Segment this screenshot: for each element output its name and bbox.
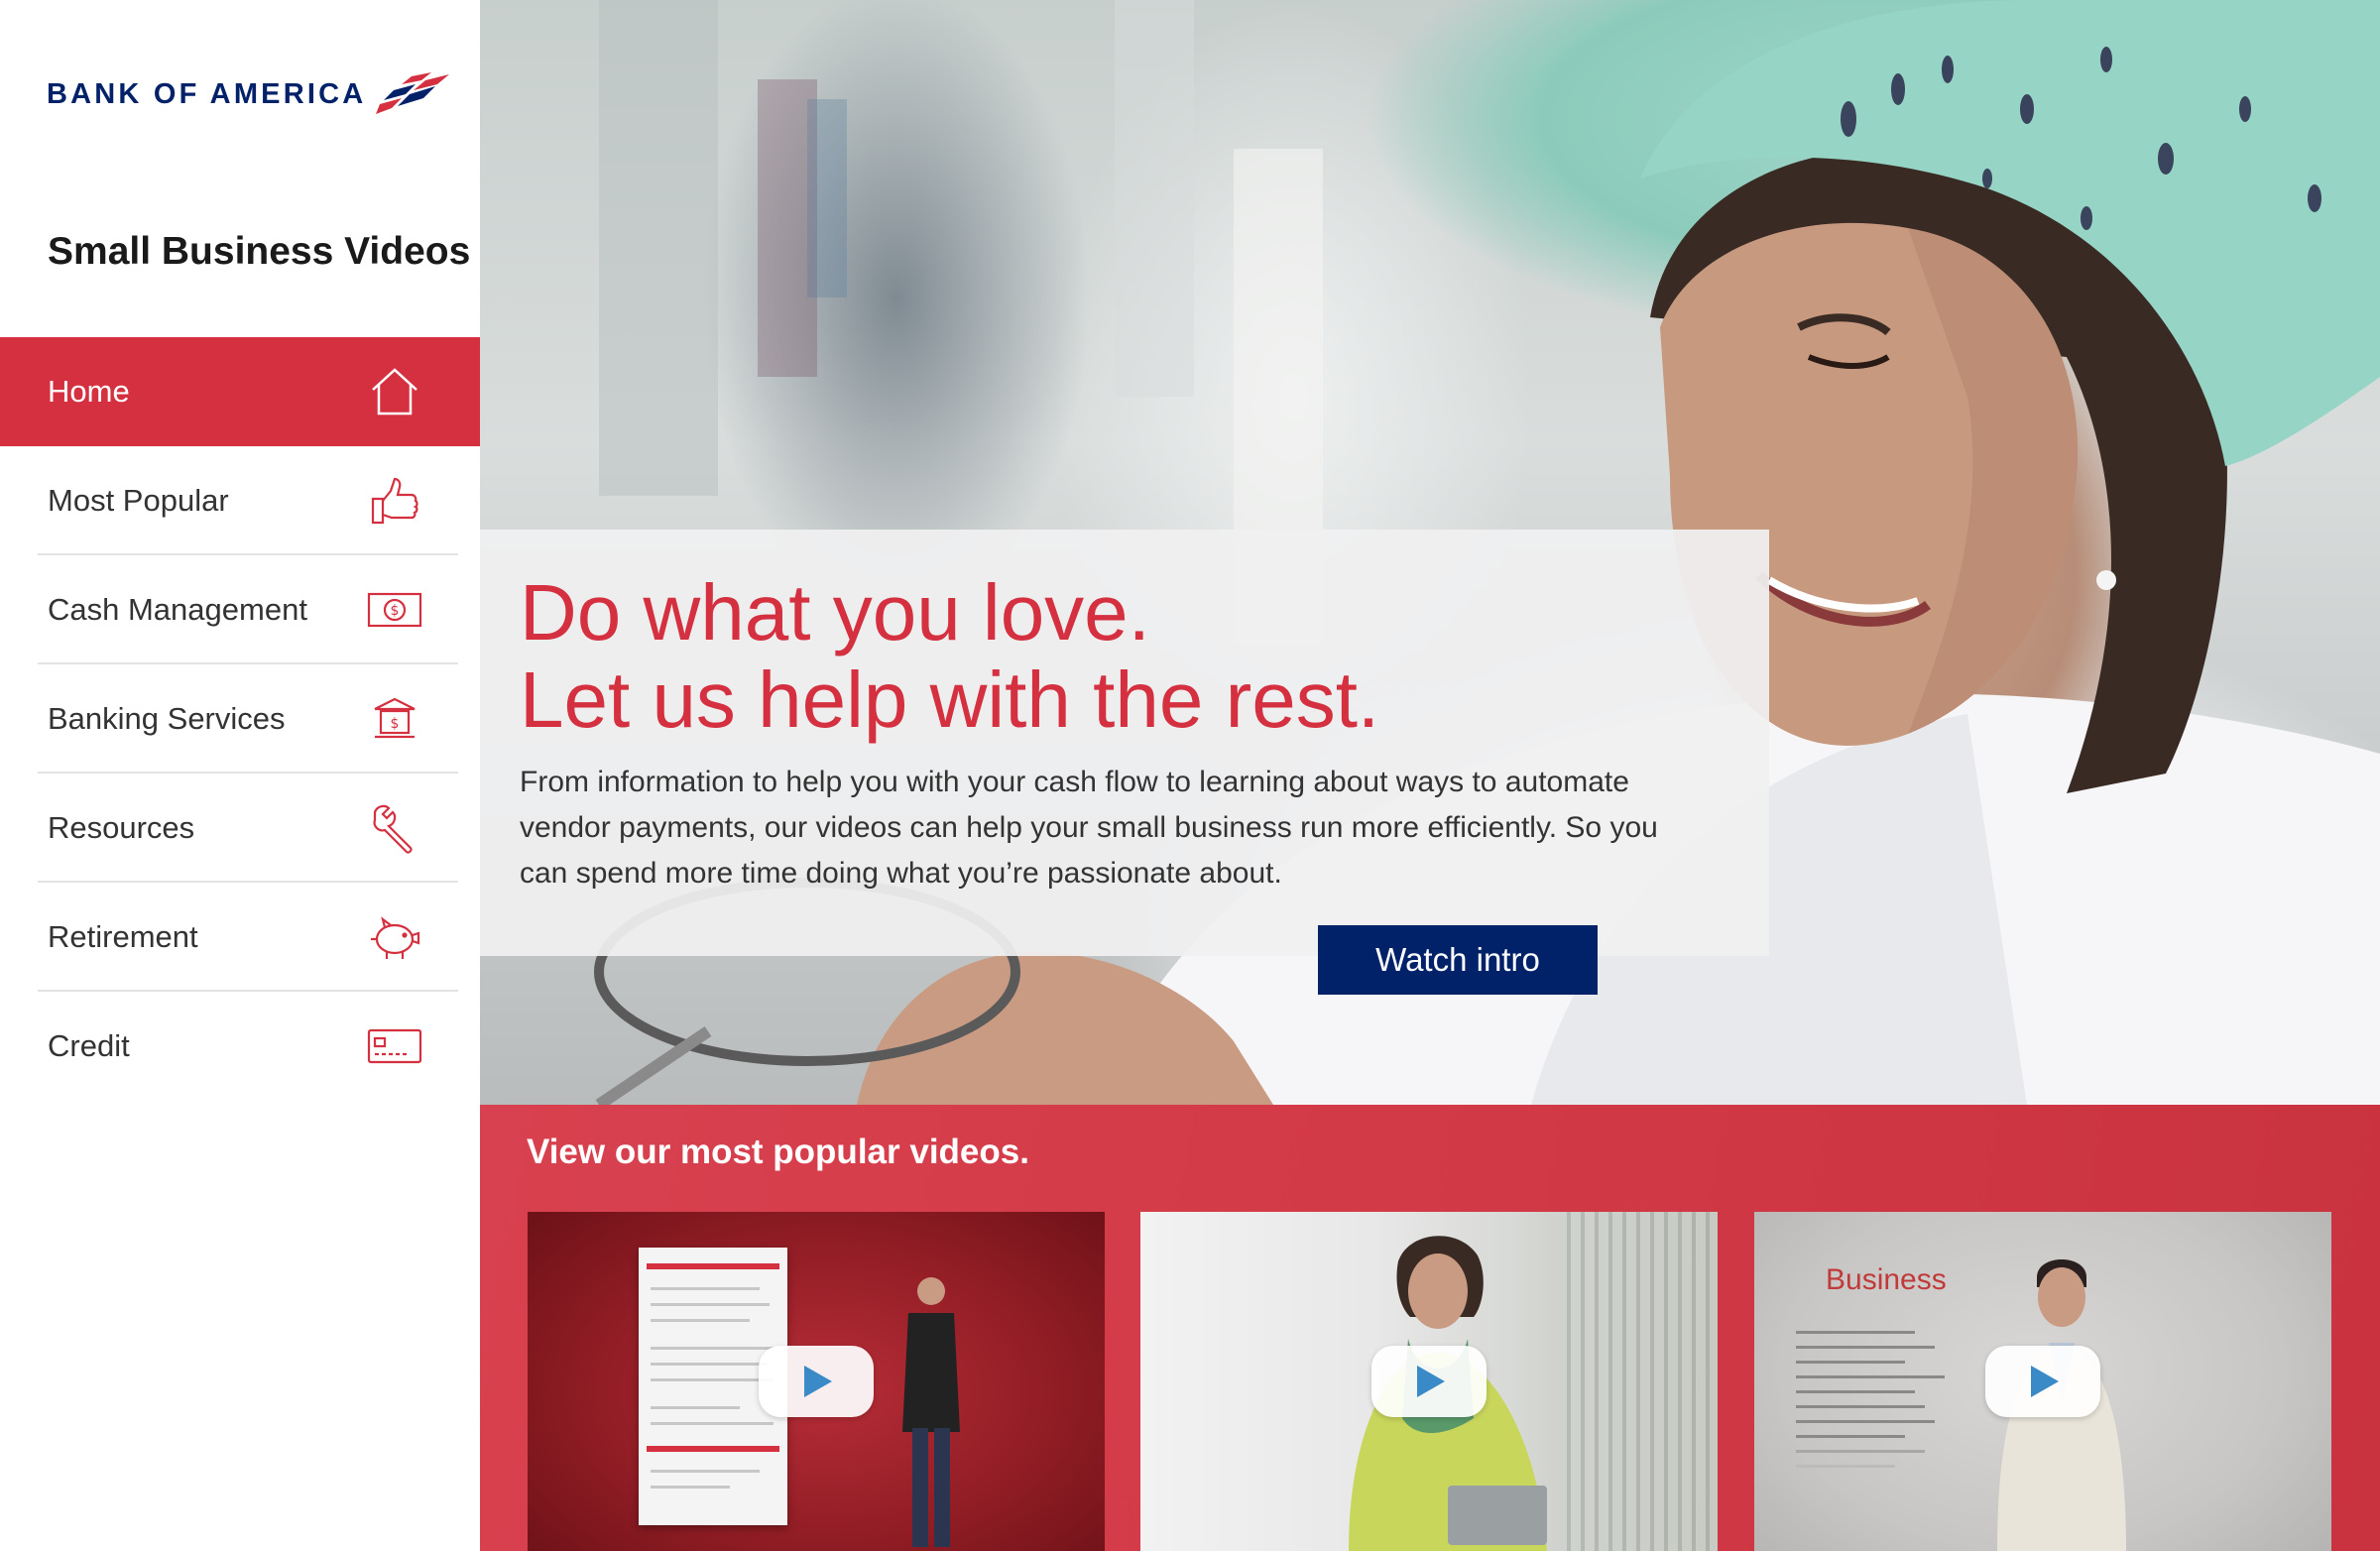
sidebar-item-resources[interactable]: Resources: [0, 774, 480, 883]
doc-line: [651, 1378, 774, 1381]
sidebar-item-cash-management[interactable]: Cash Management $: [0, 555, 480, 664]
flag-logo-icon: [376, 72, 450, 114]
video-overlay-title: Business: [1826, 1263, 1947, 1296]
svg-text:$: $: [391, 716, 400, 732]
sidebar-item-label: Banking Services: [48, 701, 286, 736]
play-button[interactable]: [759, 1346, 874, 1417]
sidebar-item-label: Home: [48, 374, 130, 409]
sidebar-item-label: Retirement: [48, 919, 198, 954]
piggy-bank-icon: [371, 916, 420, 959]
doc-line: [651, 1347, 774, 1350]
logo-wordmark: BANK OF AMERICA: [47, 77, 367, 110]
sidebar-item-home[interactable]: Home: [0, 337, 480, 446]
sidebar-item-retirement[interactable]: Retirement: [0, 883, 480, 992]
page: BANK OF AMERICA Small Business Videos Ho…: [0, 0, 2380, 1551]
popular-videos-title: View our most popular videos.: [527, 1133, 1029, 1171]
doc-line: [651, 1406, 740, 1409]
doc-line: [651, 1486, 730, 1489]
video-thumbnail-2[interactable]: [1140, 1212, 1718, 1551]
bank-icon: $: [374, 697, 416, 739]
cash-register-image: [1448, 1486, 1547, 1545]
doc-line: [651, 1422, 774, 1425]
credit-card-icon: [367, 1028, 422, 1064]
doc-header-bar: [647, 1263, 779, 1269]
sidebar-item-label: Credit: [48, 1028, 130, 1063]
doc-line: [651, 1303, 770, 1306]
presenter-figure: [902, 1277, 960, 1547]
hero-description: From information to help you with your c…: [520, 766, 1658, 890]
wrench-icon: [373, 804, 413, 854]
home-icon: [372, 368, 417, 416]
sidebar-item-label: Resources: [48, 810, 195, 845]
sidebar-item-most-popular[interactable]: Most Popular: [0, 446, 480, 555]
sidebar-item-banking-services[interactable]: Banking Services $: [0, 664, 480, 774]
cash-icon: $: [367, 592, 422, 628]
play-icon: [1417, 1366, 1445, 1397]
hero-headline-line2: Let us help with the rest.: [520, 656, 1380, 744]
play-icon: [2031, 1366, 2059, 1397]
sidebar-item-credit[interactable]: Credit: [0, 992, 480, 1101]
sidebar-item-label: Most Popular: [48, 483, 229, 518]
sidebar: BANK OF AMERICA Small Business Videos Ho…: [0, 0, 480, 1551]
bank-of-america-logo[interactable]: BANK OF AMERICA: [47, 69, 450, 119]
doc-line: [651, 1287, 760, 1290]
doc-footer-bar: [647, 1446, 779, 1452]
video-thumbnail-3[interactable]: Business: [1754, 1212, 2331, 1551]
hero-banner: Do what you love. Let us help with the r…: [480, 0, 2380, 1105]
doc-line: [651, 1319, 750, 1322]
play-icon: [804, 1366, 832, 1397]
popular-videos-section: View our most popular videos. Business: [480, 1105, 2380, 1551]
doc-line: [651, 1470, 760, 1473]
play-button[interactable]: [1985, 1346, 2100, 1417]
play-button[interactable]: [1371, 1346, 1487, 1417]
doc-line: [651, 1363, 768, 1366]
watch-intro-button[interactable]: Watch intro: [1318, 925, 1598, 995]
video-thumbnail-1[interactable]: [528, 1212, 1105, 1551]
hero-headline: Do what you love. Let us help with the r…: [520, 569, 1379, 744]
sidebar-nav: Home Most Popular Cash Management $ Bank…: [0, 337, 480, 1101]
expense-list-image: [1796, 1321, 1955, 1468]
thumbs-up-icon: [371, 477, 418, 525]
hero-card: Do what you love. Let us help with the r…: [480, 530, 1769, 956]
section-title: Small Business Videos: [48, 230, 471, 273]
svg-text:$: $: [391, 603, 400, 619]
hero-headline-line1: Do what you love.: [520, 568, 1150, 656]
sidebar-item-label: Cash Management: [48, 592, 307, 627]
